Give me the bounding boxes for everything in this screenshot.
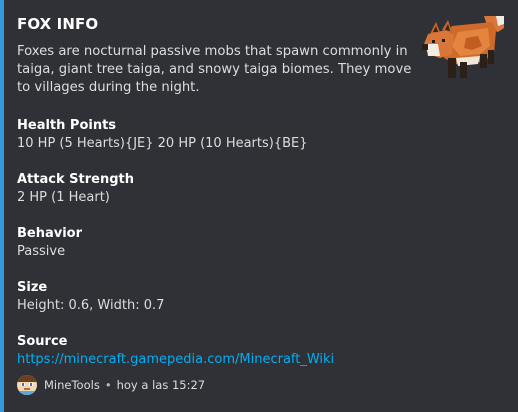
source-link[interactable]: https://minecraft.gamepedia.com/Minecraf… (17, 352, 334, 367)
minetools-avatar-icon (17, 375, 37, 395)
field-name: Source (17, 334, 68, 349)
field-value: https://minecraft.gamepedia.com/Minecraf… (17, 351, 334, 369)
field-name: Size (17, 280, 48, 295)
field-size: Size Height: 0.6, Width: 0.7 (17, 279, 164, 315)
field-behavior: Behavior Passive (17, 225, 82, 261)
footer-author: MineTools (44, 378, 100, 392)
footer-separator: • (104, 378, 112, 392)
field-name: Attack Strength (17, 172, 134, 187)
field-attack-strength: Attack Strength 2 HP (1 Heart) (17, 171, 134, 207)
field-value: Passive (17, 244, 66, 259)
embed-description: Foxes are nocturnal passive mobs that sp… (17, 44, 412, 95)
field-name: Health Points (17, 118, 117, 133)
field-value: 2 HP (1 Heart) (17, 190, 110, 205)
field-source: Source https://minecraft.gamepedia.com/M… (17, 333, 334, 369)
fox-info-embed: FOX INFO Foxes are nocturnal passive mob… (0, 0, 518, 412)
field-name: Behavior (17, 226, 83, 241)
embed-footer: MineTools • hoy a las 15:27 (17, 375, 205, 395)
field-value: Height: 0.6, Width: 0.7 (17, 298, 165, 313)
fox-icon[interactable] (422, 14, 506, 80)
footer-timestamp: hoy a las 15:27 (116, 378, 206, 392)
field-health-points: Health Points 10 HP (5 Hearts){JE} 20 HP… (17, 117, 308, 153)
embed-title: FOX INFO (17, 15, 99, 33)
field-value: 10 HP (5 Hearts){JE} 20 HP (10 Hearts){B… (17, 136, 308, 151)
